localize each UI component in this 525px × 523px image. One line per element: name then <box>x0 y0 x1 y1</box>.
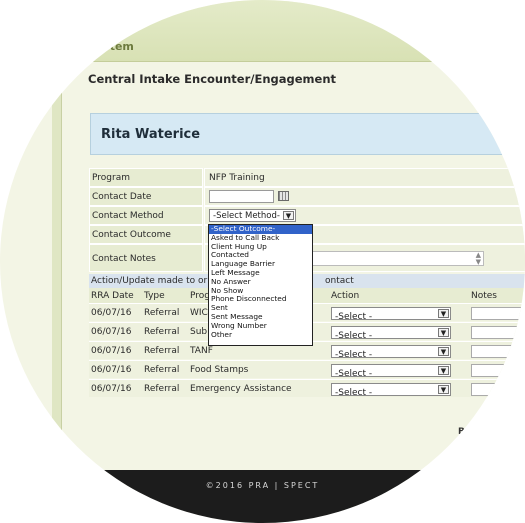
top-banner: ystem <box>0 0 525 62</box>
row-action-select[interactable]: -Select - ▼ <box>331 345 451 360</box>
col-date: RRA Date <box>91 291 134 301</box>
calendar-icon[interactable] <box>278 191 289 201</box>
chevron-down-icon: ▼ <box>438 347 449 356</box>
textarea-scroll-icon[interactable]: ▲ ▼ <box>476 252 481 266</box>
row-type: Referral <box>144 346 180 356</box>
outcome-option[interactable]: Other <box>209 330 312 340</box>
row-program: Sub <box>190 327 208 337</box>
row-date: 06/07/16 <box>91 365 132 375</box>
contact-date-input[interactable] <box>209 190 274 203</box>
program-label: Program <box>89 168 203 187</box>
viewport-circle: ystem Central Intake Encounter/Engagemen… <box>0 0 525 523</box>
row-action-value: -Select - <box>335 369 373 379</box>
footer: ©2016 PRA | SPECT <box>0 470 525 523</box>
referral-section-title: Action/Update made to or <box>91 276 208 286</box>
chevron-down-icon: ▼ <box>438 328 449 337</box>
chevron-down-icon: ▼ <box>438 309 449 318</box>
row-type: Referral <box>144 384 180 394</box>
chevron-down-icon: ▼ <box>438 385 449 394</box>
row-date: 06/07/16 <box>91 346 132 356</box>
contact-outcome-dropdown[interactable]: -Select Outcome- Asked to Call Back Client… <box>208 224 313 346</box>
row-action-select[interactable]: -Select - ▼ <box>331 364 451 379</box>
referral-section-title-tail: ontact <box>325 276 354 286</box>
contact-method-value: -Select Method- <box>213 211 280 221</box>
row-program: Emergency Assistance <box>190 384 292 394</box>
client-name-panel: Rita Waterice <box>90 113 525 155</box>
contact-method-label: Contact Method <box>89 206 203 225</box>
chevron-down-icon: ▼ <box>438 366 449 375</box>
page-title: Central Intake Encounter/Engagement <box>88 72 337 86</box>
row-notes-input[interactable] <box>471 383 525 396</box>
contact-method-row: Contact Method -Select Method- ▼ <box>89 206 525 225</box>
program-value: NFP Training <box>204 168 525 187</box>
left-strip <box>52 62 62 470</box>
row-date: 06/07/16 <box>91 327 132 337</box>
col-action: Action <box>331 291 360 301</box>
row-date: 06/07/16 <box>91 384 132 394</box>
row-date: 06/07/16 <box>91 308 132 318</box>
row-type: Referral <box>144 365 180 375</box>
row-action-value: -Select - <box>335 350 373 360</box>
chevron-down-icon: ▼ <box>283 211 294 220</box>
row-type: Referral <box>144 327 180 337</box>
footer-copyright: ©2016 PRA | SPECT <box>205 481 320 490</box>
col-program: Prog <box>190 291 210 301</box>
client-name: Rita Waterice <box>101 127 201 142</box>
row-action-value: -Select - <box>335 388 373 398</box>
contact-notes-label: Contact Notes <box>89 244 203 272</box>
row-program: TANF <box>190 346 213 356</box>
table-row: 06/07/16 Referral Food Stamps -Select - ▼ <box>89 360 525 379</box>
row-notes-input[interactable] <box>471 345 525 358</box>
row-type: Referral <box>144 308 180 318</box>
col-notes: Notes <box>471 291 497 301</box>
row-action-value: -Select - <box>335 312 373 322</box>
contact-date-cell <box>204 187 525 206</box>
row-action-select[interactable]: -Select - ▼ <box>331 383 451 398</box>
row-action-select[interactable]: -Select - ▼ <box>331 326 451 341</box>
col-type: Type <box>144 291 165 301</box>
contact-date-label: Contact Date <box>89 187 203 206</box>
contact-method-select[interactable]: -Select Method- ▼ <box>209 209 296 222</box>
table-row: 06/07/16 Referral Emergency Assistance -Sel… <box>89 379 525 398</box>
row-notes-input[interactable] <box>471 326 525 339</box>
partial-button[interactable]: B <box>458 427 465 437</box>
program-row: Program NFP Training <box>89 168 525 187</box>
contact-date-row: Contact Date <box>89 187 525 206</box>
contact-method-cell: -Select Method- ▼ <box>204 206 525 225</box>
row-notes-input[interactable] <box>471 364 525 377</box>
row-action-value: -Select - <box>335 331 373 341</box>
row-notes-input[interactable] <box>471 307 525 320</box>
row-program: WIC <box>190 308 208 318</box>
system-label: ystem <box>96 40 134 53</box>
contact-outcome-label: Contact Outcome <box>89 225 203 244</box>
row-program: Food Stamps <box>190 365 249 375</box>
row-action-select[interactable]: -Select - ▼ <box>331 307 451 322</box>
